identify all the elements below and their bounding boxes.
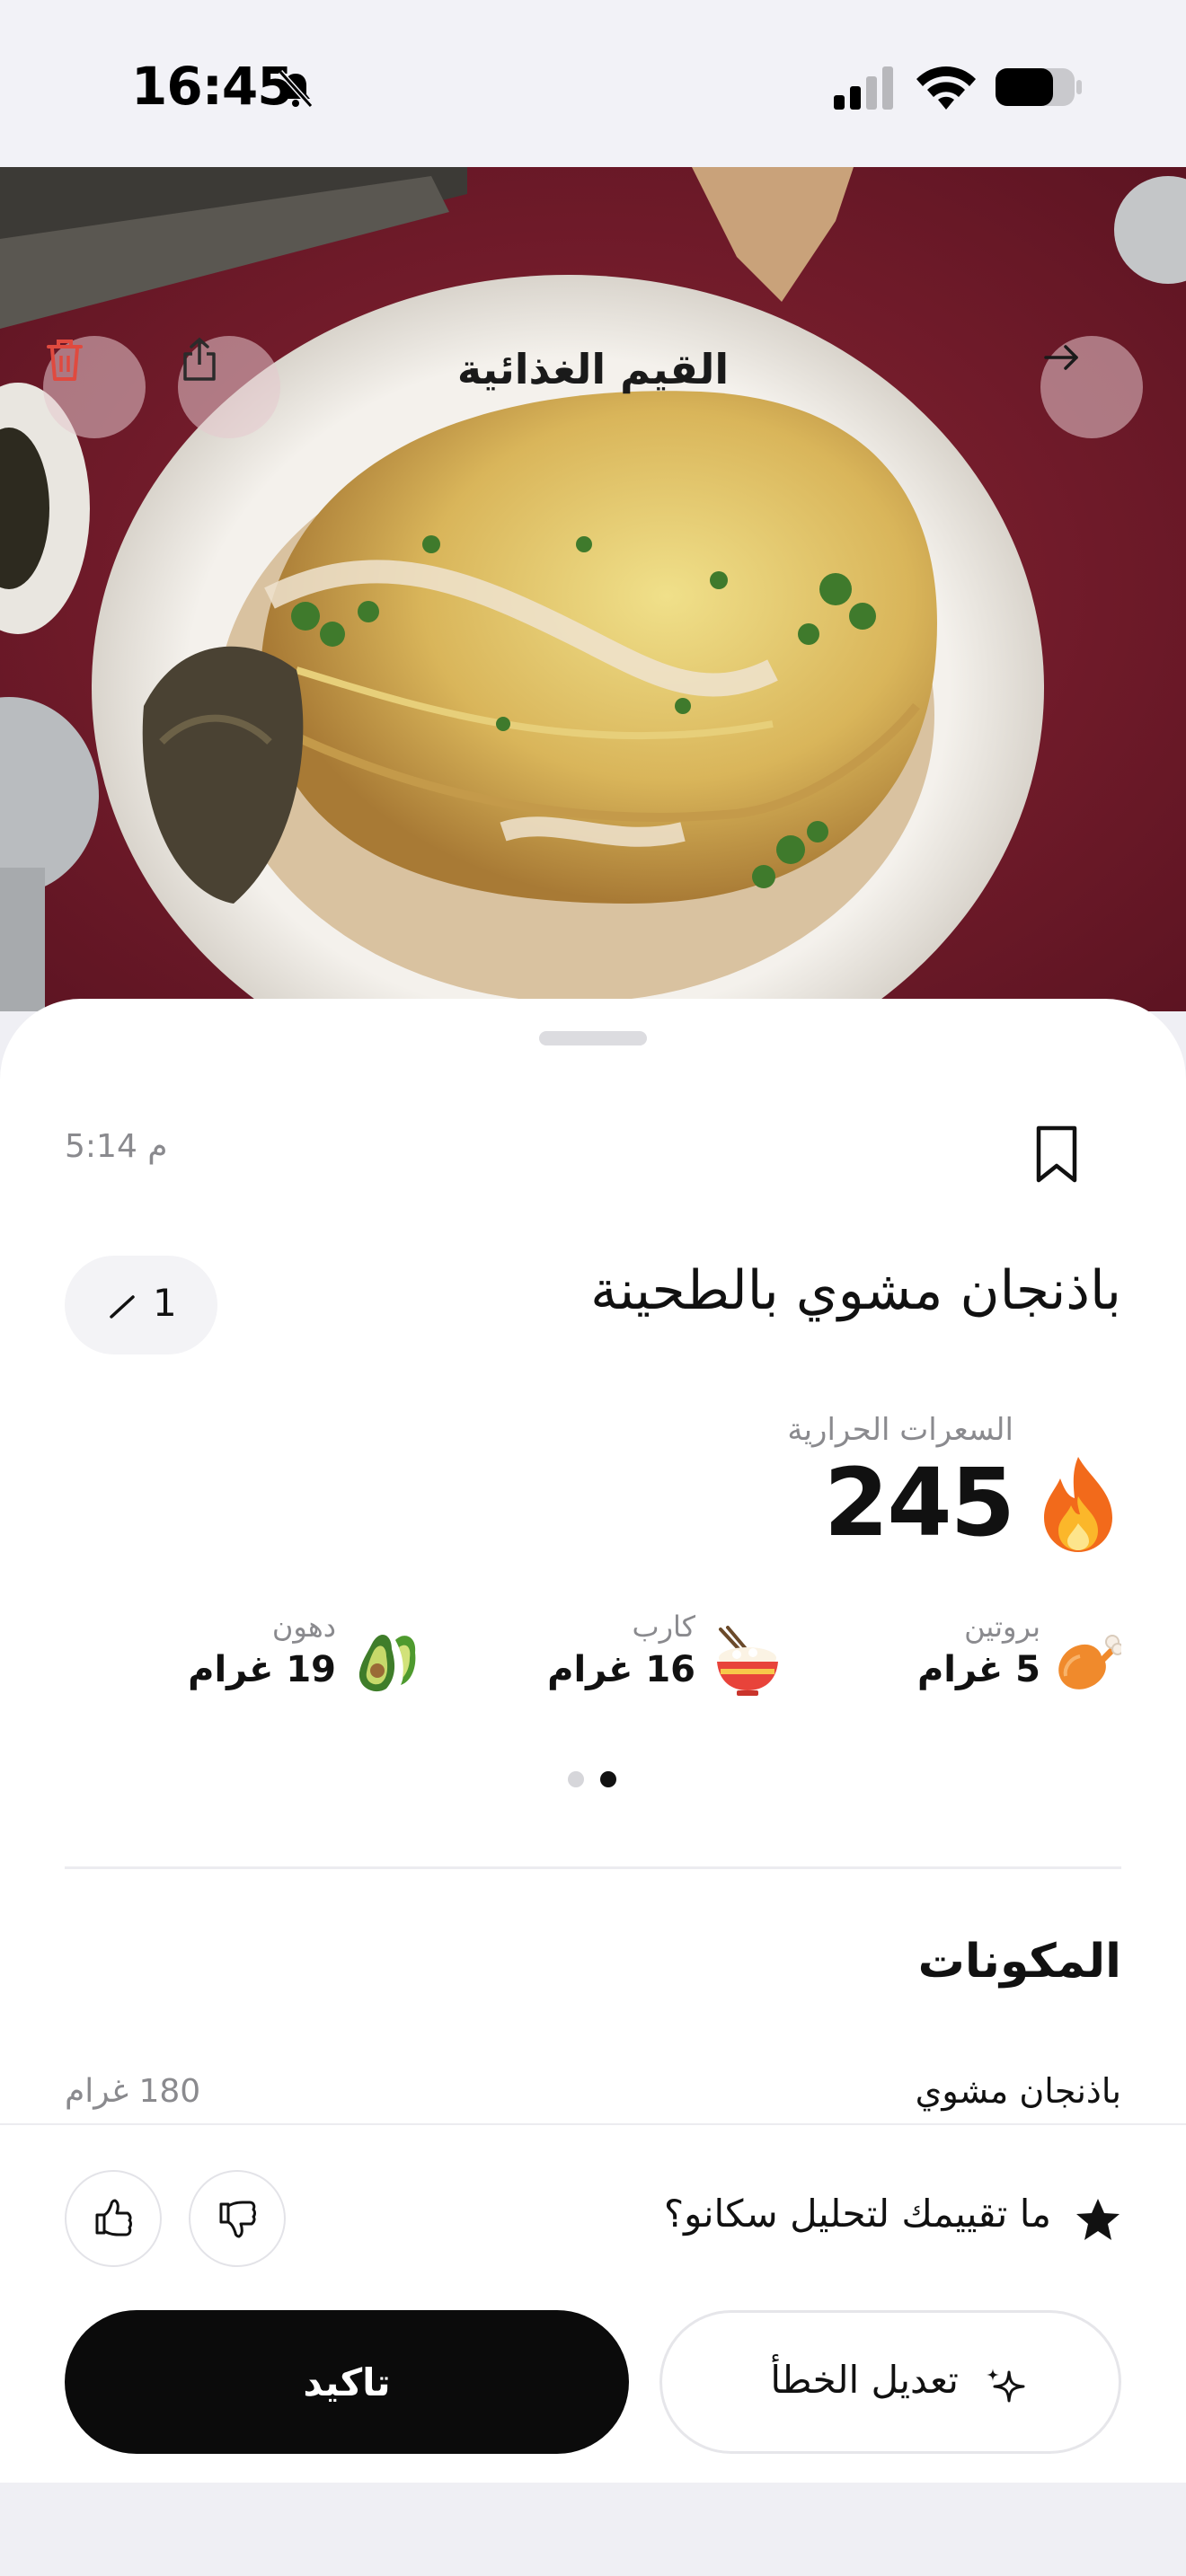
drumstick-icon	[1058, 1635, 1121, 1689]
page-dot[interactable]	[568, 1771, 584, 1787]
arrow-right-icon	[1044, 345, 1078, 370]
battery-icon	[996, 68, 1082, 106]
fire-icon	[1044, 1457, 1112, 1552]
page-indicator[interactable]	[566, 1771, 620, 1789]
protein-label: بروتين	[964, 1610, 1040, 1644]
confirm-button[interactable]: تاكيد	[65, 2310, 629, 2454]
divider	[65, 1866, 1121, 1869]
wifi-icon	[916, 66, 976, 110]
carbs-value: 16 غرام	[547, 1649, 695, 1690]
page-dot-active[interactable]	[600, 1771, 616, 1787]
calories-value: 245	[823, 1448, 1015, 1557]
bell-slash-icon	[278, 69, 314, 109]
ingredient-amount: 180 غرام	[65, 2073, 201, 2110]
sparkle-icon	[987, 2369, 1025, 2403]
star-icon	[1076, 2199, 1120, 2240]
calories-label: السعرات الحرارية	[787, 1412, 1013, 1448]
ingredient-name: باذنجان مشوي	[915, 2071, 1121, 2111]
quantity-value: 1	[153, 1281, 177, 1325]
bookmark-icon[interactable]	[1033, 1125, 1080, 1184]
cellular-signal-icon	[834, 66, 893, 110]
meal-photo: القيم الغذائية	[0, 167, 1186, 1011]
rice-bowl-icon	[717, 1626, 778, 1696]
screen-title: القيم الغذائية	[456, 345, 730, 393]
quantity-editor[interactable]: 1	[65, 1256, 217, 1354]
status-bar: 16:45	[0, 0, 1186, 167]
fix-error-label: تعديل الخطأ	[770, 2358, 959, 2402]
thumbs-down-icon	[219, 2201, 256, 2238]
thumbs-up-button[interactable]	[65, 2170, 162, 2267]
drag-handle[interactable]	[539, 1031, 647, 1045]
status-time: 16:45	[131, 56, 294, 117]
avocado-icon	[358, 1634, 416, 1692]
pencil-icon	[110, 1295, 135, 1319]
macro-fat: دهون 19 غرام	[188, 1610, 422, 1726]
meal-name: باذنجان مشوي بالطحينة	[590, 1259, 1121, 1322]
fat-value: 19 غرام	[188, 1649, 336, 1690]
thumbs-down-button[interactable]	[189, 2170, 286, 2267]
feedback-panel: ما تقييمك لتحليل سكانو؟ تاكيد تعديل الخط…	[0, 2123, 1186, 2483]
fix-error-button[interactable]: تعديل الخطأ	[659, 2310, 1121, 2454]
protein-value: 5 غرام	[916, 1649, 1040, 1690]
fat-label: دهون	[271, 1610, 336, 1644]
carbs-label: كارب	[632, 1610, 695, 1644]
macro-carbs: كارب 16 غرام	[547, 1610, 782, 1726]
logged-time: 5:14 م	[65, 1128, 168, 1165]
meal-photo-illustration	[0, 167, 1186, 1011]
thumbs-up-icon	[95, 2199, 132, 2236]
ingredients-title: المكونات	[917, 1935, 1121, 1989]
macro-protein: بروتين 5 غرام	[898, 1610, 1121, 1726]
back-button[interactable]	[1040, 336, 1143, 438]
rating-question: ما تقييمك لتحليل سكانو؟	[663, 2192, 1051, 2236]
